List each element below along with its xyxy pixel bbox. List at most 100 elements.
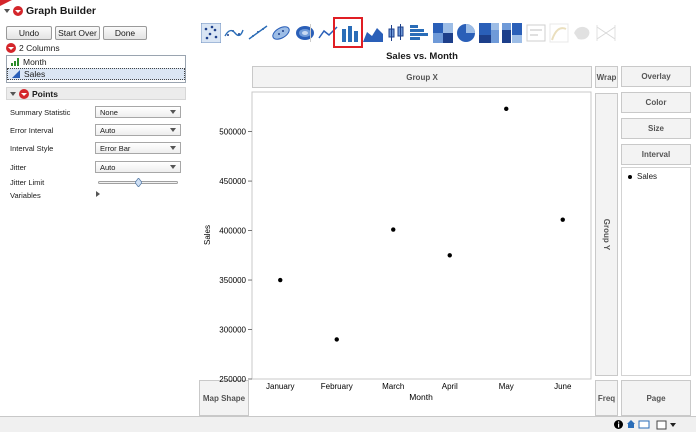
points-icon[interactable] xyxy=(200,22,222,44)
window-title: Graph Builder xyxy=(26,5,97,17)
group-y-label: Group Y xyxy=(602,218,612,251)
jitter-limit-slider[interactable] xyxy=(98,178,178,187)
interval-style-value: Error Bar xyxy=(100,143,131,153)
variables-expand-icon[interactable] xyxy=(96,191,100,197)
plot-frame xyxy=(251,91,592,380)
legend-area: Sales xyxy=(621,167,691,376)
legend-label: Sales xyxy=(637,172,658,181)
start-over-button[interactable]: Start Over xyxy=(55,26,100,40)
disclosure-icon[interactable] xyxy=(10,91,16,96)
pie-icon[interactable] xyxy=(456,23,476,43)
summary-statistic-value: None xyxy=(100,107,118,117)
area-icon[interactable] xyxy=(363,23,383,43)
formula-icon[interactable] xyxy=(549,23,569,43)
group-y-zone[interactable]: Group Y xyxy=(595,93,618,376)
data-point[interactable] xyxy=(278,277,283,283)
slider-thumb-icon[interactable] xyxy=(135,178,142,187)
jitter-limit-label: Jitter Limit xyxy=(10,178,45,187)
summary-statistic-label: Summary Statistic xyxy=(10,108,71,117)
variables-label: Variables xyxy=(10,191,41,200)
column-item-month[interactable]: Month xyxy=(7,56,185,68)
data-point[interactable] xyxy=(504,106,509,112)
y-tick-label: 450000 xyxy=(219,177,246,186)
continuous-column-icon xyxy=(12,70,20,78)
y-tick-label: 400000 xyxy=(219,227,246,236)
x-axis-label[interactable]: Month xyxy=(409,392,433,402)
group-x-zone[interactable]: Group X xyxy=(252,66,592,88)
data-point[interactable] xyxy=(391,227,396,232)
window-list-icon[interactable] xyxy=(656,420,678,430)
smoother-icon[interactable] xyxy=(224,23,244,43)
column-label-sales: Sales xyxy=(24,69,46,79)
chevron-down-icon xyxy=(170,165,176,169)
interval-style-select[interactable]: Error Bar xyxy=(95,142,181,154)
y-axis-label[interactable]: Sales xyxy=(203,225,212,245)
chevron-down-icon xyxy=(170,146,176,150)
x-axis[interactable]: January February March April May June xyxy=(266,382,572,391)
overlay-zone[interactable]: Overlay xyxy=(621,66,691,87)
columns-list: Month Sales xyxy=(6,55,186,83)
column-label-month: Month xyxy=(23,57,47,67)
x-tick-label: May xyxy=(499,382,514,391)
summary-statistic-select[interactable]: None xyxy=(95,106,181,118)
undo-button[interactable]: Undo xyxy=(6,26,52,40)
map-shapes-icon[interactable] xyxy=(572,23,592,43)
data-point[interactable] xyxy=(560,217,565,222)
points-menu-icon[interactable] xyxy=(19,88,29,99)
contour-icon[interactable] xyxy=(295,23,315,43)
freq-zone[interactable]: Freq xyxy=(595,380,618,416)
bar-element-highlight xyxy=(333,17,363,48)
info-icon[interactable] xyxy=(614,420,623,429)
ordinal-column-icon xyxy=(11,58,19,66)
y-axis[interactable]: 500000 450000 400000 350000 300000 250000 xyxy=(219,128,252,384)
page-zone[interactable]: Page xyxy=(621,380,691,416)
disclosure-icon[interactable] xyxy=(4,9,10,13)
caption-box-icon[interactable] xyxy=(526,23,546,43)
red-triangle-menu-icon[interactable] xyxy=(13,6,23,16)
x-tick-label: June xyxy=(554,382,572,391)
line-of-fit-icon[interactable] xyxy=(248,23,268,43)
wrap-zone[interactable]: Wrap xyxy=(595,66,618,88)
treemap-icon[interactable] xyxy=(479,23,499,43)
box-plot-icon[interactable] xyxy=(386,23,406,43)
ellipse-icon[interactable] xyxy=(271,23,291,43)
interval-style-label: Interval Style xyxy=(10,144,54,153)
mosaic-icon[interactable] xyxy=(502,23,522,43)
interval-zone[interactable]: Interval xyxy=(621,144,691,165)
home-window-icon[interactable] xyxy=(627,419,651,430)
jitter-label: Jitter xyxy=(10,163,27,172)
size-zone[interactable]: Size xyxy=(621,118,691,139)
scatter-chart[interactable]: 500000 450000 400000 350000 300000 250000 Jan… xyxy=(190,88,595,408)
x-tick-label: February xyxy=(321,382,353,391)
jitter-select[interactable]: Auto xyxy=(95,161,181,173)
columns-header[interactable]: 2 Columns xyxy=(6,43,60,53)
data-point[interactable] xyxy=(334,337,339,342)
heatmap-icon[interactable] xyxy=(433,23,453,43)
histogram-icon[interactable] xyxy=(409,23,429,43)
chevron-down-icon xyxy=(170,110,176,114)
status-bar xyxy=(0,416,696,432)
y-tick-label: 350000 xyxy=(219,276,246,285)
red-corner-marker xyxy=(0,0,12,6)
x-tick-label: January xyxy=(266,382,294,391)
columns-count-label: 2 Columns xyxy=(19,43,60,53)
x-tick-label: March xyxy=(382,382,404,391)
column-item-sales[interactable]: Sales xyxy=(7,68,185,80)
chart-title: Sales vs. Month xyxy=(386,51,458,62)
error-interval-select[interactable]: Auto xyxy=(95,124,181,136)
x-tick-label: April xyxy=(442,382,458,391)
done-button[interactable]: Done xyxy=(103,26,147,40)
data-point[interactable] xyxy=(447,253,452,258)
legend-item[interactable]: Sales xyxy=(628,172,690,181)
y-tick-label: 300000 xyxy=(219,326,246,335)
y-tick-label: 250000 xyxy=(219,375,246,384)
chevron-down-icon xyxy=(170,128,176,132)
legend-marker-icon xyxy=(628,174,632,179)
color-zone[interactable]: Color xyxy=(621,92,691,113)
error-interval-value: Auto xyxy=(100,125,116,135)
columns-menu-icon[interactable] xyxy=(6,43,16,53)
points-panel-title: Points xyxy=(32,88,58,99)
points-panel-header[interactable]: Points xyxy=(6,87,186,100)
parallel-icon[interactable] xyxy=(596,23,616,43)
y-tick-label: 500000 xyxy=(219,128,246,137)
